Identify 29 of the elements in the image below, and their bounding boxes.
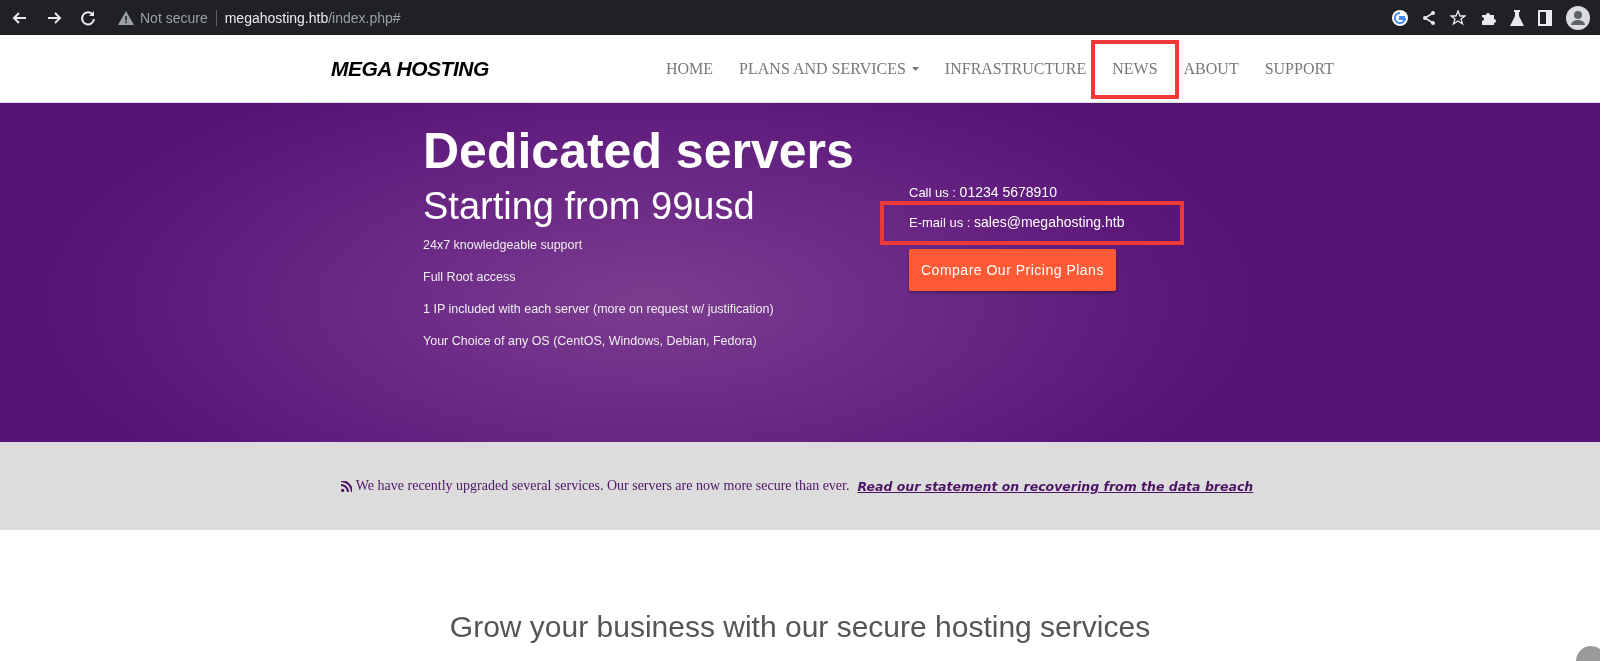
google-icon[interactable] (1392, 9, 1408, 26)
nav-link[interactable]: ABOUT (1170, 59, 1252, 78)
site-logo[interactable]: MEGA HOSTING (331, 56, 653, 81)
feature-text: 1 IP included with each server (more on request w/ justification) (423, 301, 775, 318)
sidebar-icon[interactable] (1538, 9, 1552, 26)
share-icon[interactable] (1422, 9, 1436, 26)
hero-title: Dedicated servers (423, 122, 855, 181)
notice-text: We have recently upgraded several services. Our servers are now more secure than ever. (355, 478, 850, 494)
avatar-icon[interactable] (1566, 5, 1590, 30)
hero-subtitle: Starting from 99usd (423, 184, 756, 229)
warning-icon (118, 10, 134, 25)
contact-text: E-mail us : sales@megahosting.htb (909, 215, 1125, 230)
nav-link[interactable]: HOME (653, 59, 727, 78)
pricing-button[interactable]: Compare Our Pricing Plans (909, 249, 1116, 291)
nav-link[interactable]: INFRASTRUCTURE (931, 59, 1100, 78)
feature-text: Full Root access (423, 269, 517, 286)
feature-text: Your Choice of any OS (CentOS, Windows, Debian, Fedora) (423, 333, 758, 350)
nav-link[interactable]: PLANS AND SERVICES (726, 59, 932, 78)
address-bar-url[interactable]: megahosting.htb/index.php# (224, 9, 401, 26)
section-heading: Grow your business with our secure hosting services (449, 610, 1151, 644)
contact-text: Call us : 01234 5678910 (909, 185, 1057, 200)
nav-link[interactable]: SUPPORT (1251, 59, 1347, 78)
nav-link[interactable]: NEWS (1099, 59, 1171, 78)
security-label: Not secure (140, 9, 208, 26)
rss-icon (340, 480, 352, 492)
star-icon[interactable] (1450, 9, 1466, 26)
statement-link[interactable]: Read our statement on recovering from the data breach (857, 478, 1254, 494)
feature-text: 24x7 knowledgeable support (423, 237, 584, 254)
flask-icon[interactable] (1510, 9, 1524, 26)
